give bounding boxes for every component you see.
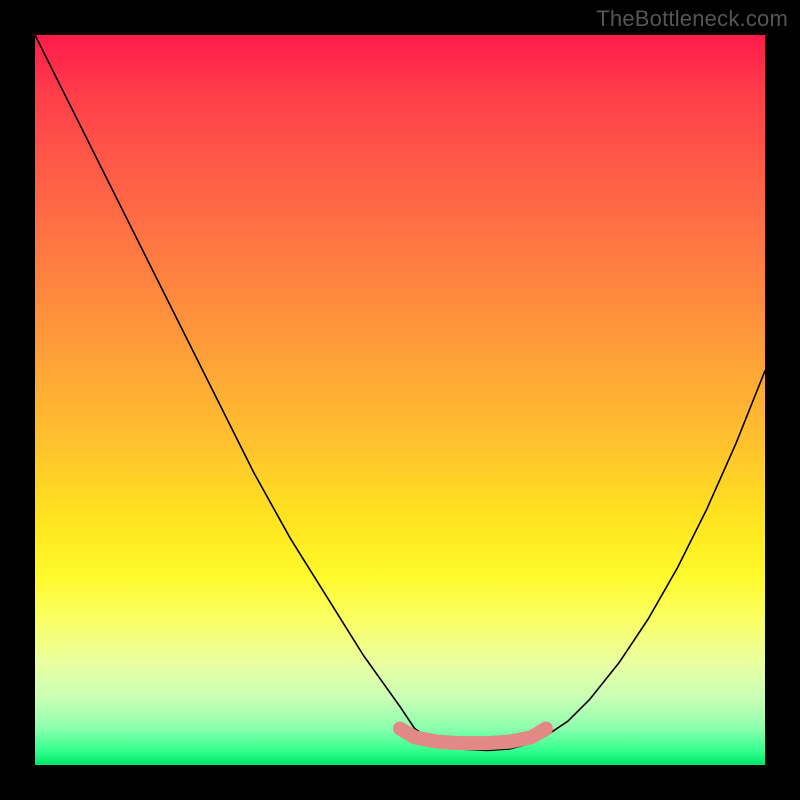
curve-line xyxy=(35,35,765,750)
optimal-band-marker xyxy=(400,729,546,744)
chart-svg xyxy=(35,35,765,765)
plot-area xyxy=(35,35,765,765)
watermark-text: TheBottleneck.com xyxy=(596,6,788,32)
chart-container: TheBottleneck.com xyxy=(0,0,800,800)
